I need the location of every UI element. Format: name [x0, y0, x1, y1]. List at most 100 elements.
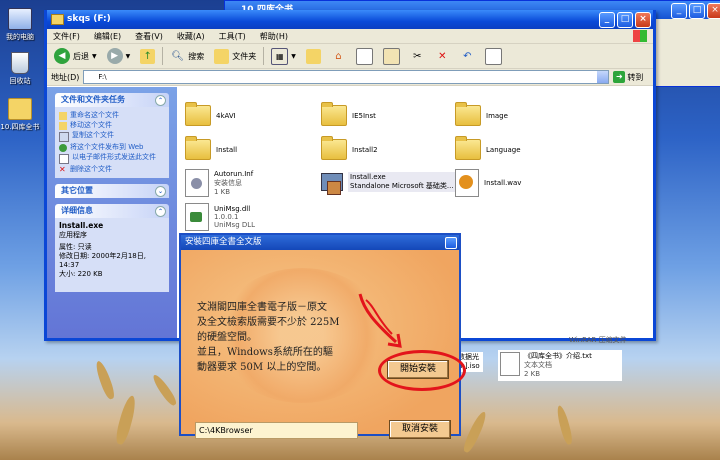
paste-icon	[382, 47, 400, 65]
dialog-titlebar[interactable]: 安裝四庫全書全文版	[181, 235, 459, 250]
install-dialog[interactable]: 安裝四庫全書全文版 文淵閣四庫全書電子版－原文 及全文檢索版需要不少於 225M…	[179, 233, 461, 439]
paste-button[interactable]	[380, 47, 403, 65]
task-email[interactable]: 以电子邮件形式发送此文件	[59, 153, 165, 164]
maximize-button[interactable]: □	[689, 3, 705, 19]
address-input[interactable]: F:\	[83, 70, 610, 84]
task-publish-web[interactable]: 将这个文件发布到 Web	[59, 143, 165, 152]
cut-button[interactable]: ✂	[407, 49, 428, 64]
details-panel: 详细信息 ⌃ Install.exe 应用程序 属性: 只读 修改日期: 200…	[55, 204, 169, 292]
panel-header[interactable]: 详细信息 ⌃	[55, 204, 169, 218]
file-name: Install.exe	[350, 173, 386, 181]
dll-file-icon	[185, 203, 209, 231]
red-arrow-annotation	[358, 293, 402, 348]
menu-edit[interactable]: 编辑(E)	[94, 31, 121, 42]
chevron-down-icon[interactable]	[597, 71, 609, 83]
menu-file[interactable]: 文件(F)	[53, 31, 80, 42]
collapse-chevron-icon[interactable]: ⌃	[155, 206, 166, 217]
file-item-txt[interactable]: 《四库全书》介绍.txt 文本文档 2 KB	[498, 350, 622, 381]
back-label: 后退	[73, 51, 89, 61]
panel-header[interactable]: 其它位置 ⌄	[55, 184, 169, 198]
desktop-icon-folder[interactable]: 10.四库全书	[0, 98, 40, 132]
desktop: { "desktop": { "icons": [ {"label": "我的电…	[0, 0, 720, 460]
file-item-inf[interactable]: Autorun.Inf 安装信息 1 KB	[185, 169, 253, 197]
copy-icon	[355, 47, 373, 65]
task-label: 复制这个文件	[72, 131, 114, 139]
window-title: skqs (F:)	[67, 14, 111, 24]
search-icon: 🔍︎	[171, 50, 185, 62]
search-label: 搜索	[188, 51, 205, 61]
close-button[interactable]: ×	[707, 3, 720, 19]
cancel-install-button[interactable]: 取消安裝	[389, 420, 451, 439]
file-size: 2 KB	[524, 370, 541, 378]
file-item-folder[interactable]: Image	[455, 102, 508, 126]
install-path-input[interactable]: C:\4KBrowser	[195, 422, 358, 439]
minimize-button[interactable]: _	[671, 3, 687, 19]
task-label: 移动这个文件	[70, 121, 112, 129]
maximize-button[interactable]: □	[617, 12, 633, 28]
home-button[interactable]: ⌂	[328, 49, 349, 64]
folder-icon	[321, 102, 347, 126]
folder-icon	[185, 136, 211, 160]
up-button[interactable]: ↑	[137, 48, 158, 64]
undo-button[interactable]: ↶	[457, 49, 478, 64]
menu-tools[interactable]: 工具(T)	[219, 31, 246, 42]
file-name: Image	[486, 111, 508, 120]
file-item-rar[interactable]: WinRAR 压缩文件	[569, 335, 627, 345]
file-size: 1 KB	[214, 188, 231, 196]
collapse-chevron-icon[interactable]: ⌃	[155, 95, 166, 106]
task-delete[interactable]: ✕ 删除这个文件	[59, 165, 165, 174]
folder-options-button[interactable]	[303, 48, 324, 64]
expand-chevron-icon[interactable]: ⌄	[155, 186, 166, 197]
file-item-folder[interactable]: Language	[455, 136, 521, 160]
close-button[interactable]: ×	[635, 12, 651, 28]
file-item-wav[interactable]: Install.wav	[455, 169, 521, 197]
back-button[interactable]: ◀ 后退 ▼	[51, 48, 100, 64]
panel-body: Install.exe 应用程序 属性: 只读 修改日期: 2000年2月18日…	[55, 218, 169, 292]
search-button[interactable]: 🔍︎ 搜索	[167, 49, 207, 64]
detail-modified: 修改日期: 2000年2月18日, 14:37	[59, 252, 146, 269]
menu-bar: 文件(F) 编辑(E) 查看(V) 收藏(A) 工具(T) 帮助(H)	[47, 29, 653, 44]
desktop-icon-recycle-bin[interactable]: 回收站	[0, 52, 40, 86]
folder-up-icon: ↑	[140, 48, 156, 64]
desktop-icon-my-computer[interactable]: 我的电脑	[0, 8, 40, 42]
views-button[interactable]: ▦ ▼	[268, 47, 299, 65]
file-item-exe-selected[interactable]: Install.exe Standalone Microsoft 基础类...	[321, 169, 456, 195]
task-move[interactable]: 移动这个文件	[59, 121, 165, 130]
folders-label: 文件夹	[232, 51, 257, 61]
forward-button[interactable]: ▶ ▼	[104, 48, 134, 64]
delete-x-icon: ✕	[59, 165, 66, 174]
folder-icon	[321, 136, 347, 160]
file-version: 1.0.0.1	[214, 213, 239, 221]
minimize-button[interactable]: _	[599, 12, 615, 28]
file-item-dll[interactable]: UniMsg.dll 1.0.0.1 UniMsg DLL	[185, 203, 255, 231]
file-item-folder[interactable]: Install	[185, 136, 237, 160]
explorer-titlebar[interactable]: skqs (F:) _ □ ×	[47, 10, 653, 29]
task-copy[interactable]: 复制这个文件	[59, 131, 165, 142]
menu-help[interactable]: 帮助(H)	[260, 31, 288, 42]
email-icon	[59, 154, 69, 164]
dialog-title: 安裝四庫全書全文版	[185, 237, 262, 247]
file-item-folder[interactable]: Install2	[321, 136, 378, 160]
menu-view[interactable]: 查看(V)	[135, 31, 163, 42]
file-item-folder[interactable]: 4kAVI	[185, 102, 236, 126]
drive-icon	[51, 14, 64, 25]
detail-size: 大小: 220 KB	[59, 270, 103, 278]
other-places-panel: 其它位置 ⌄	[55, 184, 169, 198]
go-button[interactable]: ➜ 转到	[613, 71, 643, 83]
copy-to-button[interactable]	[353, 47, 376, 65]
task-pane: 文件和文件夹任务 ⌃ 重命名这个文件 移动这个文件 复制这个文件 将这个文件发布…	[47, 87, 177, 338]
panel-header[interactable]: 文件和文件夹任务 ⌃	[55, 93, 169, 107]
file-item-folder[interactable]: IE5Inst	[321, 102, 376, 126]
close-button[interactable]	[445, 237, 457, 249]
properties-button[interactable]	[482, 47, 505, 65]
task-rename[interactable]: 重命名这个文件	[59, 111, 165, 120]
folders-button[interactable]: 文件夹	[211, 48, 259, 64]
menu-favorites[interactable]: 收藏(A)	[177, 31, 205, 42]
go-label: 转到	[627, 72, 644, 82]
home-icon: ⌂	[335, 50, 342, 62]
views-icon: ▦	[271, 47, 289, 65]
delete-button[interactable]: ✕	[432, 49, 453, 64]
chevron-down-icon: ▼	[92, 52, 97, 60]
folder-icon	[455, 136, 481, 160]
file-name: Language	[486, 145, 521, 154]
